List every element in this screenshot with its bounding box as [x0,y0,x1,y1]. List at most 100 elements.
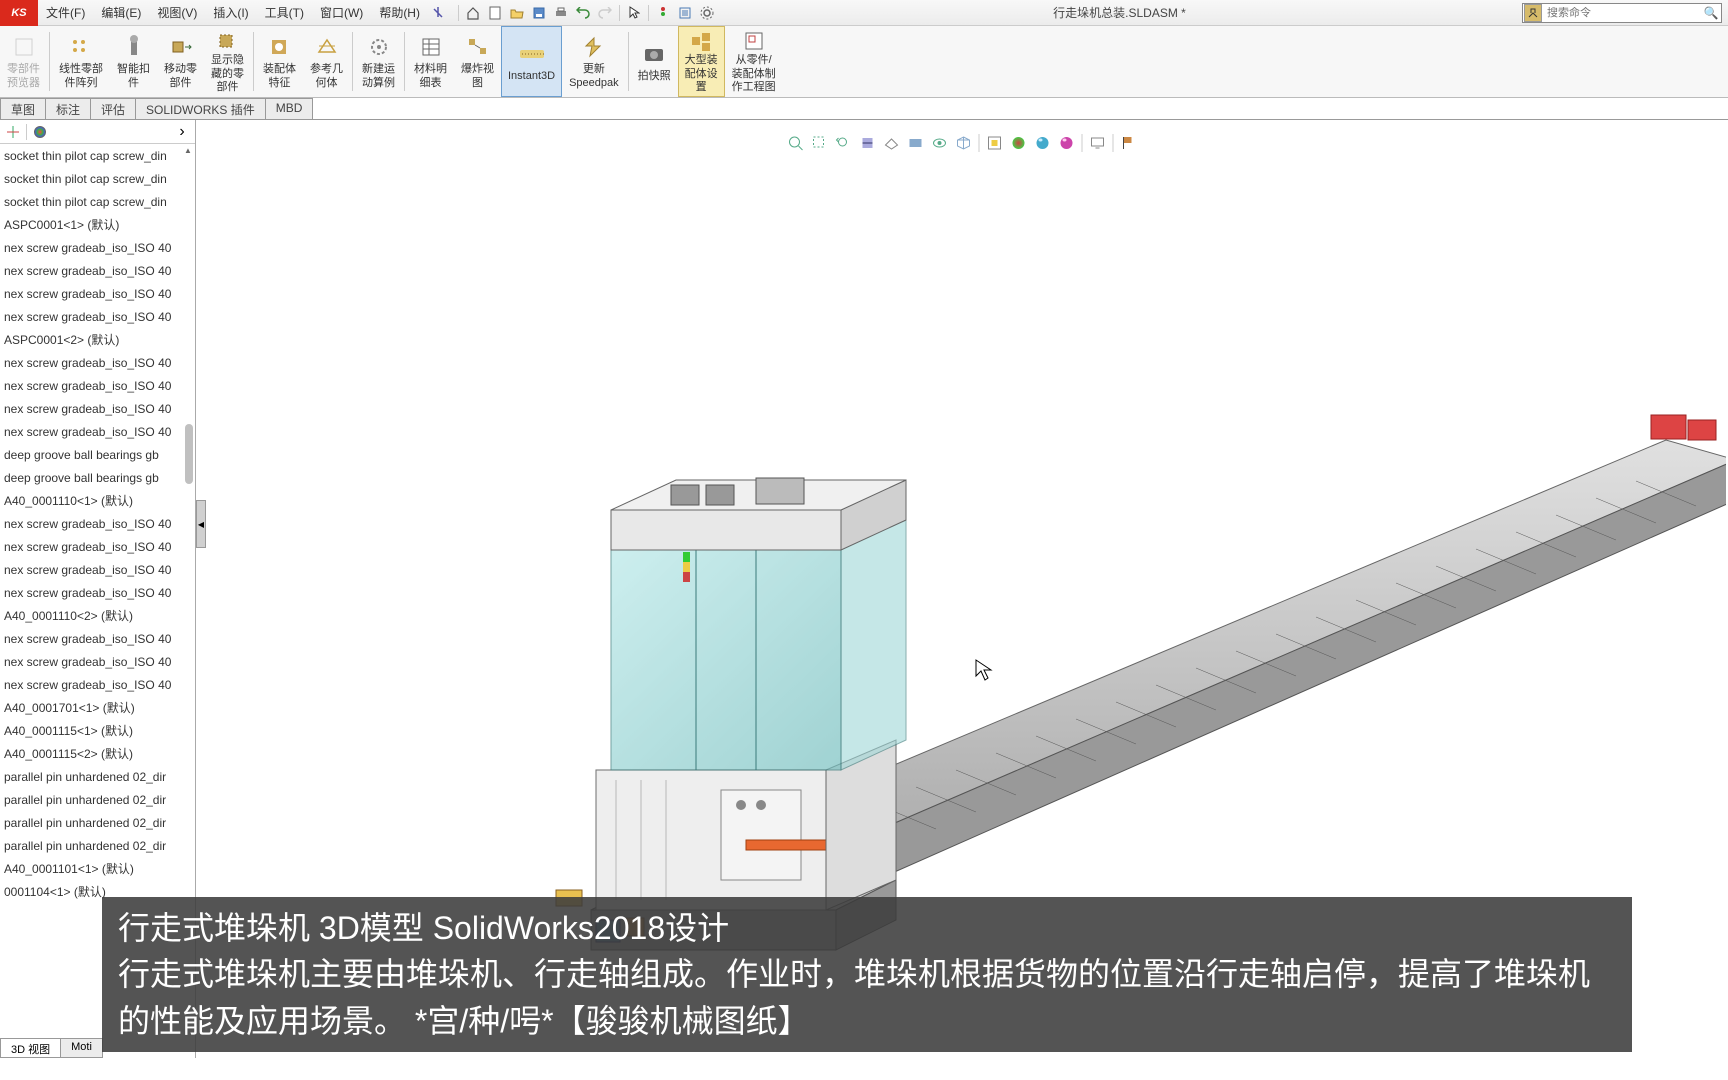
tree-item[interactable]: nex screw gradeab_iso_ISO 40 [0,581,195,604]
tree-item[interactable]: nex screw gradeab_iso_ISO 40 [0,282,195,305]
ribbon-label: 智能扣 件 [117,63,150,89]
ribbon-label: 大型装 配体设 置 [685,54,718,94]
tree-item[interactable]: ASPC0001<2> (默认) [0,328,195,351]
ribbon-ref-geom[interactable]: 参考几 何体 [303,26,350,97]
tree-item[interactable]: A40_0001701<1> (默认) [0,696,195,719]
tab-sketch[interactable]: 草图 [0,98,46,119]
tree-item[interactable]: ASPC0001<1> (默认) [0,213,195,236]
menu-view[interactable]: 视图(V) [149,4,205,21]
tree-item[interactable]: parallel pin unhardened 02_dir [0,834,195,857]
tree-item[interactable]: nex screw gradeab_iso_ISO 40 [0,374,195,397]
ribbon-linear-pattern[interactable]: 线性零部 件阵列 [52,26,110,97]
tree-item[interactable]: nex screw gradeab_iso_ISO 40 [0,627,195,650]
search-box[interactable]: 🔍 [1522,3,1722,23]
tab-3dview[interactable]: 3D 视图 [0,1038,61,1058]
origin-icon[interactable] [4,123,22,141]
ribbon-label: 从零件/ 装配体制 作工程图 [732,54,776,94]
tree-item[interactable]: nex screw gradeab_iso_ISO 40 [0,420,195,443]
tree-item[interactable]: parallel pin unhardened 02_dir [0,811,195,834]
menu-window[interactable]: 窗口(W) [312,4,371,21]
tree-item[interactable]: nex screw gradeab_iso_ISO 40 [0,673,195,696]
app-logo: KS [0,0,38,26]
ribbon-smart-fasteners[interactable]: 智能扣 件 [110,26,157,97]
new-icon[interactable] [485,3,505,23]
ribbon-move-comp[interactable]: 移动零 部件 [157,26,204,97]
tree-item[interactable]: A40_0001110<1> (默认) [0,489,195,512]
ribbon-label: 显示隐 藏的零 部件 [211,54,244,94]
menu-insert[interactable]: 插入(I) [205,4,256,21]
open-icon[interactable] [507,3,527,23]
ribbon-label: 参考几 何体 [310,63,343,89]
caption-line2: 行走式堆垛机主要由堆垛机、行走轴组成。作业时，堆垛机根据货物的位置沿行走轴启停，… [118,951,1616,1044]
tree-item[interactable]: socket thin pilot cap screw_din [0,167,195,190]
tab-mbd[interactable]: MBD [265,98,314,119]
tree-item[interactable]: deep groove ball bearings gb [0,443,195,466]
ribbon-speedpak[interactable]: 更新 Speedpak [562,26,626,97]
menu-edit[interactable]: 编辑(E) [93,4,149,21]
ribbon-instant3d[interactable]: Instant3D [501,26,562,97]
ribbon-show-hidden[interactable]: 显示隐 藏的零 部件 [204,26,251,97]
tree-item[interactable]: nex screw gradeab_iso_ISO 40 [0,535,195,558]
ribbon-label: 新建运 动算例 [362,63,395,89]
tree-item[interactable]: A40_0001115<2> (默认) [0,742,195,765]
home-icon[interactable] [463,3,483,23]
scroll-thumb[interactable] [185,424,193,484]
menu-tools[interactable]: 工具(T) [257,4,312,21]
document-title: 行走垛机总装.SLDASM * [717,4,1522,21]
ribbon-make-drawing[interactable]: 从零件/ 装配体制 作工程图 [725,26,783,97]
chevron-right-icon[interactable]: › [173,123,191,141]
tree-item[interactable]: nex screw gradeab_iso_ISO 40 [0,650,195,673]
search-icon[interactable]: 🔍 [1701,6,1721,20]
ribbon-label: Instant3D [508,70,555,83]
tree-item[interactable]: socket thin pilot cap screw_din [0,190,195,213]
ribbon-comp-preview: 零部件 预览器 [0,26,47,97]
menu-file[interactable]: 文件(F) [38,4,93,21]
ribbon-label: 零部件 预览器 [7,63,40,89]
tree-item[interactable]: parallel pin unhardened 02_dir [0,765,195,788]
tree-item[interactable]: nex screw gradeab_iso_ISO 40 [0,351,195,374]
model-render [196,120,1726,1020]
ribbon-large-asm[interactable]: 大型装 配体设 置 [678,26,725,97]
caption-line1: 行走式堆垛机 3D模型 SolidWorks2018设计 [118,905,1616,951]
tree-item[interactable]: deep groove ball bearings gb [0,466,195,489]
menu-help[interactable]: 帮助(H) [371,4,428,21]
tab-motion[interactable]: Moti [60,1038,103,1058]
tree-item[interactable]: nex screw gradeab_iso_ISO 40 [0,236,195,259]
tab-addins[interactable]: SOLIDWORKS 插件 [135,98,266,119]
traffic-light-icon[interactable] [653,3,673,23]
ribbon-label: 装配体 特征 [263,63,296,89]
tree-item[interactable]: A40_0001101<1> (默认) [0,857,195,880]
tree-item[interactable]: A40_0001115<1> (默认) [0,719,195,742]
tree-item[interactable]: A40_0001110<2> (默认) [0,604,195,627]
redo-icon[interactable] [595,3,615,23]
search-input[interactable] [1543,7,1701,19]
tree-item[interactable]: nex screw gradeab_iso_ISO 40 [0,397,195,420]
undo-icon[interactable] [573,3,593,23]
ribbon-exploded[interactable]: 爆炸视 图 [454,26,501,97]
pin-icon[interactable] [428,3,448,23]
ribbon-asm-features[interactable]: 装配体 特征 [256,26,303,97]
ribbon-label: 线性零部 件阵列 [59,63,103,89]
tree-item[interactable]: nex screw gradeab_iso_ISO 40 [0,512,195,535]
list-icon[interactable] [675,3,695,23]
ribbon-snapshot[interactable]: 拍快照 [631,26,678,97]
scroll-up-icon[interactable]: ▲ [183,146,193,158]
tree-item[interactable]: nex screw gradeab_iso_ISO 40 [0,259,195,282]
tree-item[interactable]: nex screw gradeab_iso_ISO 40 [0,305,195,328]
gear-icon[interactable] [697,3,717,23]
save-icon[interactable] [529,3,549,23]
ribbon-label: 拍快照 [638,70,671,83]
ribbon-label: 材料明 细表 [414,63,447,89]
ribbon-bom[interactable]: 材料明 细表 [407,26,454,97]
tree-item[interactable]: nex screw gradeab_iso_ISO 40 [0,558,195,581]
print-icon[interactable] [551,3,571,23]
search-sw-icon [1524,4,1542,22]
tab-evaluate[interactable]: 评估 [90,98,136,119]
appearance-icon[interactable] [31,123,49,141]
select-icon[interactable] [624,3,644,23]
tree-item[interactable]: parallel pin unhardened 02_dir [0,788,195,811]
tab-annotation[interactable]: 标注 [45,98,91,119]
ribbon-new-motion[interactable]: 新建运 动算例 [355,26,402,97]
tree-item[interactable]: socket thin pilot cap screw_din [0,144,195,167]
subtitle-overlay: 行走式堆垛机 3D模型 SolidWorks2018设计 行走式堆垛机主要由堆垛… [102,897,1632,1052]
